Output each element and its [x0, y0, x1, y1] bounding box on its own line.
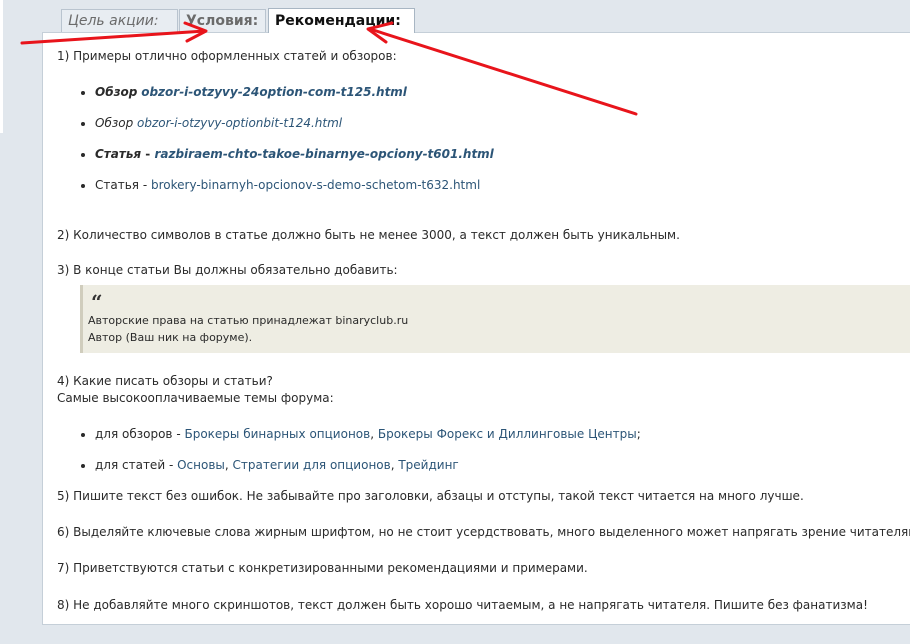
link-forex-brokers[interactable]: Брокеры Форекс и Диллинговые Центры: [378, 427, 637, 441]
point-6: 6) Выделяйте ключевые слова жирным шрифт…: [57, 525, 910, 539]
tab-recommendations[interactable]: Рекомендации:: [268, 8, 415, 33]
tab-goal[interactable]: Цель акции:: [61, 9, 178, 32]
quote-line-2: Автор (Ваш ник на форуме).: [88, 331, 253, 344]
example-link-1[interactable]: obzor-i-otzyvy-24option-com-t125.html: [141, 85, 407, 99]
example-prefix: Обзор: [95, 85, 138, 99]
link-binary-brokers[interactable]: Брокеры бинарных опционов: [184, 427, 370, 441]
topics-comma: ,: [370, 427, 378, 441]
example-sep: -: [139, 178, 151, 192]
example-link-3[interactable]: razbiraem-chto-takoe-binarnye-opciony-t6…: [154, 147, 493, 161]
topics-comma: ,: [224, 458, 233, 472]
topics-sep: -: [172, 427, 185, 441]
bullet: [81, 464, 85, 468]
link-trading[interactable]: Трейдинг: [398, 458, 458, 472]
bullet: [81, 153, 85, 157]
example-item-4: Статья - brokery-binarnyh-opcionov-s-dem…: [95, 178, 480, 192]
point-5: 5) Пишите текст без ошибок. Не забывайте…: [57, 489, 804, 503]
bullet: [81, 184, 85, 188]
example-prefix: Обзор: [95, 116, 134, 130]
example-item-2: Обзор obzor-i-otzyvy-optionbit-t124.html: [95, 116, 342, 130]
link-strategies[interactable]: Стратегии для опционов: [233, 458, 391, 472]
intro-text: 1) Примеры отлично оформленных статей и …: [57, 49, 397, 63]
point-8: 8) Не добавляйте много скриншотов, текст…: [57, 598, 868, 612]
bullet: [81, 122, 85, 126]
tab-conditions[interactable]: Условия:: [179, 9, 266, 32]
example-link-4[interactable]: brokery-binarnyh-opcionov-s-demo-schetom…: [151, 178, 480, 192]
topics-prefix: для статей: [95, 458, 166, 472]
quote-line-1: Авторские права на статью принадлежат bi…: [88, 314, 409, 327]
example-sep: -: [141, 147, 155, 161]
topics-prefix: для обзоров: [95, 427, 173, 441]
example-link-2[interactable]: obzor-i-otzyvy-optionbit-t124.html: [137, 116, 342, 130]
example-item-3: Статья - razbiraem-chto-takoe-binarnye-o…: [95, 147, 494, 161]
point-4-subtitle: Самые высокооплачиваемые темы форума:: [57, 391, 334, 405]
point-7: 7) Приветствуются статьи с конкретизиров…: [57, 561, 588, 575]
left-edge: [0, 0, 3, 133]
topics-sep: -: [165, 458, 178, 472]
point-2: 2) Количество символов в статье должно б…: [57, 228, 680, 242]
example-prefix: Статья: [95, 178, 140, 192]
topics-reviews: для обзоров - Брокеры бинарных опционов,…: [95, 427, 641, 441]
topics-articles: для статей - Основы, Стратегии для опцио…: [95, 458, 459, 472]
quote-mark: “: [91, 290, 103, 314]
quote-block: “ Авторские права на статью принадлежат …: [80, 285, 910, 353]
point-4-title: 4) Какие писать обзоры и статьи?: [57, 374, 273, 388]
bullet: [81, 91, 85, 95]
link-basics[interactable]: Основы: [177, 458, 225, 472]
example-prefix: Статья: [95, 147, 142, 161]
point-3: 3) В конце статьи Вы должны обязательно …: [57, 263, 398, 277]
bullet: [81, 433, 85, 437]
example-item-1: Обзор obzor-i-otzyvy-24option-com-t125.h…: [95, 85, 407, 99]
topics-end: ;: [636, 427, 641, 441]
